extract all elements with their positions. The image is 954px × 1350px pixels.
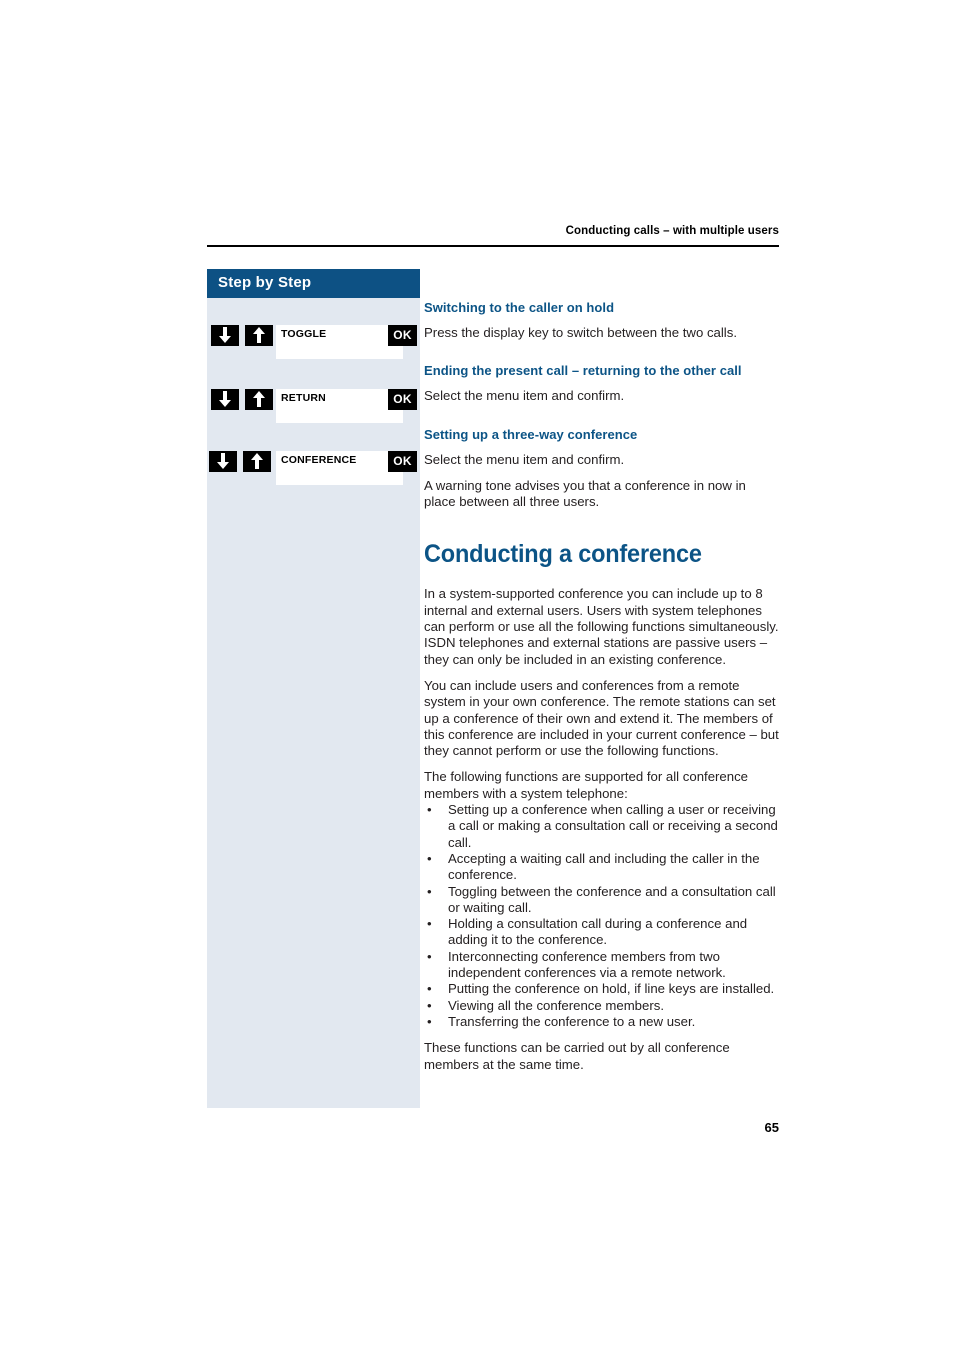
list-item: • Transferring the conference to a new u… [424,1014,780,1030]
paragraph-switching-to-caller-on-hold: Press the display key to switch between … [424,325,737,340]
main-content: Switching to the caller on hold Press th… [424,300,780,1083]
arrow-up-icon[interactable] [245,389,273,410]
subheading-ending-present-call: Ending the present call – returning to t… [424,363,742,379]
list-item-label: Holding a consultation call during a con… [448,916,748,948]
arrow-down-icon[interactable] [209,451,237,472]
display-box-toggle: TOGGLE [276,325,403,359]
list-item-label: Interconnecting conference members from … [448,948,726,981]
arrow-down-icon[interactable] [211,389,239,410]
list-item: • Accepting a waiting call and including… [424,851,780,884]
paragraph-ending-present-call: Select the menu item and confirm. [424,388,625,404]
paragraph-warning-tone: A warning tone advises you that a confer… [424,477,746,510]
display-key-label: TOGGLE [281,328,327,340]
paragraph-three-way-conference: Select the menu item and confirm. [424,451,625,467]
list-item: • Putting the conference on hold, if lin… [424,981,780,997]
step-by-step-title-bar: Step by Step [207,269,420,298]
header-rule [207,245,779,247]
ok-key-conference[interactable]: OK [388,451,417,472]
paragraph-remote-system: You can include users and conferences fr… [424,677,779,759]
paragraph-carried-out-same-time: These functions can be carried out by al… [424,1040,730,1072]
ok-key-return[interactable]: OK [388,389,417,410]
list-item-label: Viewing all the conference members. [448,997,664,1013]
bullet-icon: • [427,1013,432,1029]
list-item-label: Setting up a conference when calling a u… [448,802,778,850]
bullet-icon: • [427,850,432,866]
list-item: • Toggling between the conference and a … [424,884,780,917]
arrow-down-icon[interactable] [211,325,239,346]
key-row-return: RETURN OK [207,389,420,423]
key-row-conference: CONFERENCE OK [207,451,420,485]
bullet-icon: • [427,802,432,818]
bullet-icon: • [427,883,432,899]
display-key-label: RETURN [281,392,326,404]
ok-key-toggle[interactable]: OK [388,325,417,346]
bullet-icon: • [427,997,432,1013]
list-item: • Viewing all the conference members. [424,998,780,1014]
list-item-label: Toggling between the conference and a co… [448,883,776,915]
arrow-up-icon[interactable] [245,325,273,346]
running-header-title: Conducting calls – with multiple users [565,225,779,237]
arrow-up-icon[interactable] [243,451,271,472]
paragraph-supported-functions-intro: The following functions are supported fo… [424,769,749,801]
paragraph-system-supported-conference: In a system-supported conference you can… [424,586,779,667]
list-item: • Setting up a conference when calling a… [424,802,780,851]
list-item-label: Putting the conference on hold, if line … [448,981,775,997]
step-by-step-panel: Step by Step TOGGLE OK RETURN OK CONFERE… [207,269,420,1108]
subheading-switching-to-caller-on-hold: Switching to the caller on hold [424,300,615,315]
display-box-return: RETURN [276,389,403,423]
bullet-icon: • [427,916,432,932]
list-item-label: Accepting a waiting call and including t… [448,850,760,883]
page-title: Conducting a conference [424,540,702,569]
display-key-label: CONFERENCE [281,454,357,466]
step-by-step-title: Step by Step [218,274,312,291]
bullet-icon: • [427,981,432,997]
list-item: • Interconnecting conference members fro… [424,949,780,982]
conference-functions-list: • Setting up a conference when calling a… [424,802,780,1030]
list-item: • Holding a consultation call during a c… [424,916,780,949]
subheading-three-way-conference: Setting up a three-way conference [424,426,638,442]
key-row-toggle: TOGGLE OK [207,325,420,359]
display-box-conference: CONFERENCE [276,451,403,485]
list-item-label: Transferring the conference to a new use… [448,1013,696,1029]
page-number: 65 [764,1120,779,1135]
bullet-icon: • [427,948,432,964]
